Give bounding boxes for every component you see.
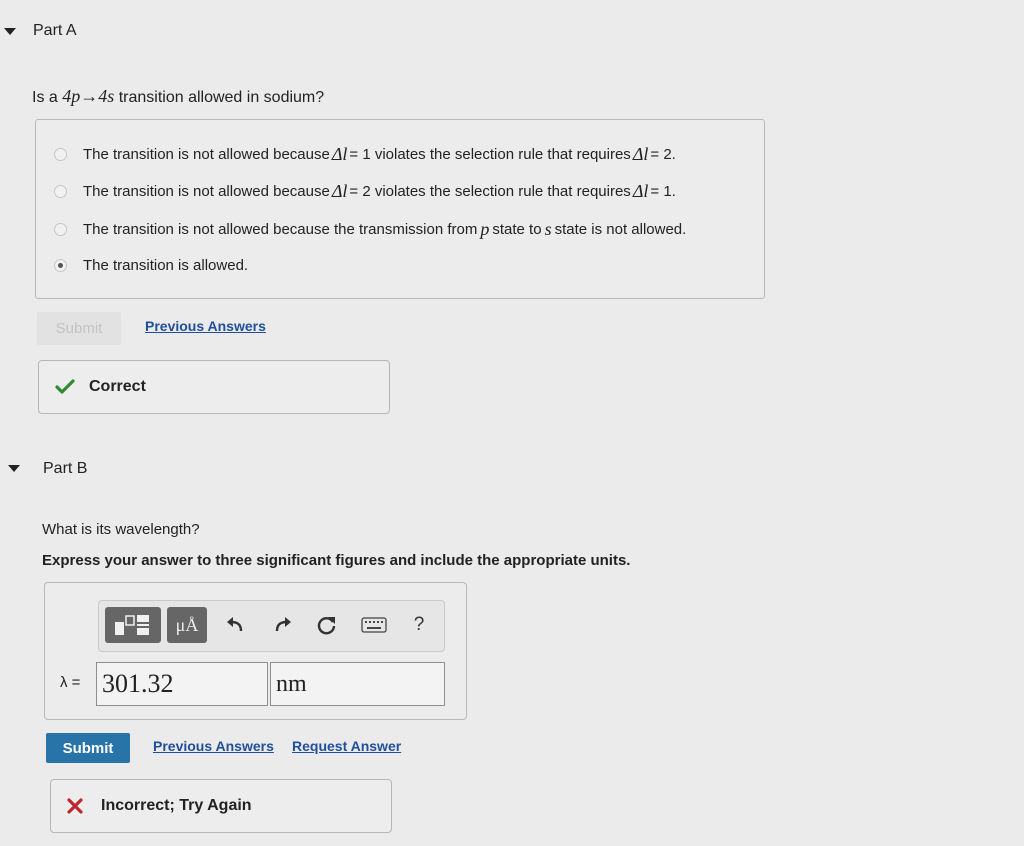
option-3-text-3: state is not allowed. xyxy=(554,221,687,238)
option-3-radio[interactable] xyxy=(54,223,67,236)
units-label: μÅ xyxy=(175,614,199,635)
answer-options-box: The transition is not allowed because Δl… xyxy=(35,119,765,299)
part-b-collapse-caret[interactable] xyxy=(8,465,20,472)
part-a-collapse-caret[interactable] xyxy=(4,28,16,35)
part-b-title[interactable]: Part B xyxy=(43,460,87,478)
option-1-text-3: = 2. xyxy=(650,146,676,163)
option-4[interactable]: The transition is allowed. xyxy=(36,257,248,274)
part-a-submit-button[interactable]: Submit xyxy=(37,312,121,345)
reset-button[interactable] xyxy=(313,611,341,639)
part-b-feedback-incorrect: Incorrect; Try Again xyxy=(50,779,392,833)
help-button[interactable]: ? xyxy=(407,611,431,639)
option-1-text: The transition is not allowed because xyxy=(83,146,330,163)
option-2-math-1: Δl xyxy=(331,181,348,201)
request-answer-link[interactable]: Request Answer xyxy=(292,738,401,754)
value-input[interactable]: 301.32 xyxy=(96,662,268,706)
question-text-prefix: Is a xyxy=(32,89,63,106)
option-4-text: The transition is allowed. xyxy=(83,257,249,274)
units-text: nm xyxy=(276,670,307,697)
undo-icon xyxy=(227,617,243,632)
option-2-radio[interactable] xyxy=(54,185,67,198)
question-text-suffix: transition allowed in sodium? xyxy=(114,89,325,106)
option-4-radio-selected[interactable] xyxy=(54,259,67,272)
units-button[interactable]: μÅ xyxy=(167,607,207,643)
math-toolbar: μÅ ? xyxy=(98,600,445,652)
option-3[interactable]: The transition is not allowed because th… xyxy=(36,219,686,240)
option-3-text: The transition is not allowed because th… xyxy=(83,221,478,238)
check-icon xyxy=(55,379,75,394)
part-a-title[interactable]: Part A xyxy=(33,22,77,40)
option-1[interactable]: The transition is not allowed because Δl… xyxy=(36,144,676,165)
reset-icon xyxy=(317,617,336,635)
part-b-submit-button[interactable]: Submit xyxy=(46,733,130,763)
question-math: 4p→4s xyxy=(62,86,115,106)
keyboard-icon xyxy=(361,617,387,633)
option-2-text-3: = 1. xyxy=(650,183,676,200)
template-button[interactable] xyxy=(105,607,161,643)
undo-button[interactable] xyxy=(221,611,249,639)
units-input[interactable]: nm xyxy=(270,662,445,706)
redo-button[interactable] xyxy=(269,611,297,639)
x-icon xyxy=(67,798,83,814)
variable-label: λ = xyxy=(60,674,81,691)
option-1-math-1: Δl xyxy=(331,144,348,164)
option-2-text-2: = 2 violates the selection rule that req… xyxy=(349,183,631,200)
help-label: ? xyxy=(413,614,425,635)
option-2-math-2: Δl xyxy=(632,181,649,201)
part-b-feedback-text: Incorrect; Try Again xyxy=(101,797,252,814)
keyboard-button[interactable] xyxy=(359,613,389,637)
part-a-feedback-correct: Correct xyxy=(38,360,390,414)
option-1-math-2: Δl xyxy=(632,144,649,164)
option-3-math-2: s xyxy=(544,219,552,239)
part-b-previous-answers-link[interactable]: Previous Answers xyxy=(153,738,274,754)
option-1-text-2: = 1 violates the selection rule that req… xyxy=(349,146,631,163)
option-3-math-1: p xyxy=(480,219,490,239)
part-a-question: Is a 4p→4s transition allowed in sodium? xyxy=(32,86,324,107)
redo-icon xyxy=(275,617,291,632)
option-3-text-2: state to xyxy=(492,221,542,238)
part-a-previous-answers-link[interactable]: Previous Answers xyxy=(145,318,266,334)
part-b-question: What is its wavelength? xyxy=(42,521,200,538)
option-2-text: The transition is not allowed because xyxy=(83,183,330,200)
option-2[interactable]: The transition is not allowed because Δl… xyxy=(36,181,676,202)
value-text: 301.32 xyxy=(102,669,174,698)
option-1-radio[interactable] xyxy=(54,148,67,161)
template-icon xyxy=(115,615,149,635)
part-a-feedback-text: Correct xyxy=(89,378,146,395)
part-b-instruction: Express your answer to three significant… xyxy=(42,552,631,569)
